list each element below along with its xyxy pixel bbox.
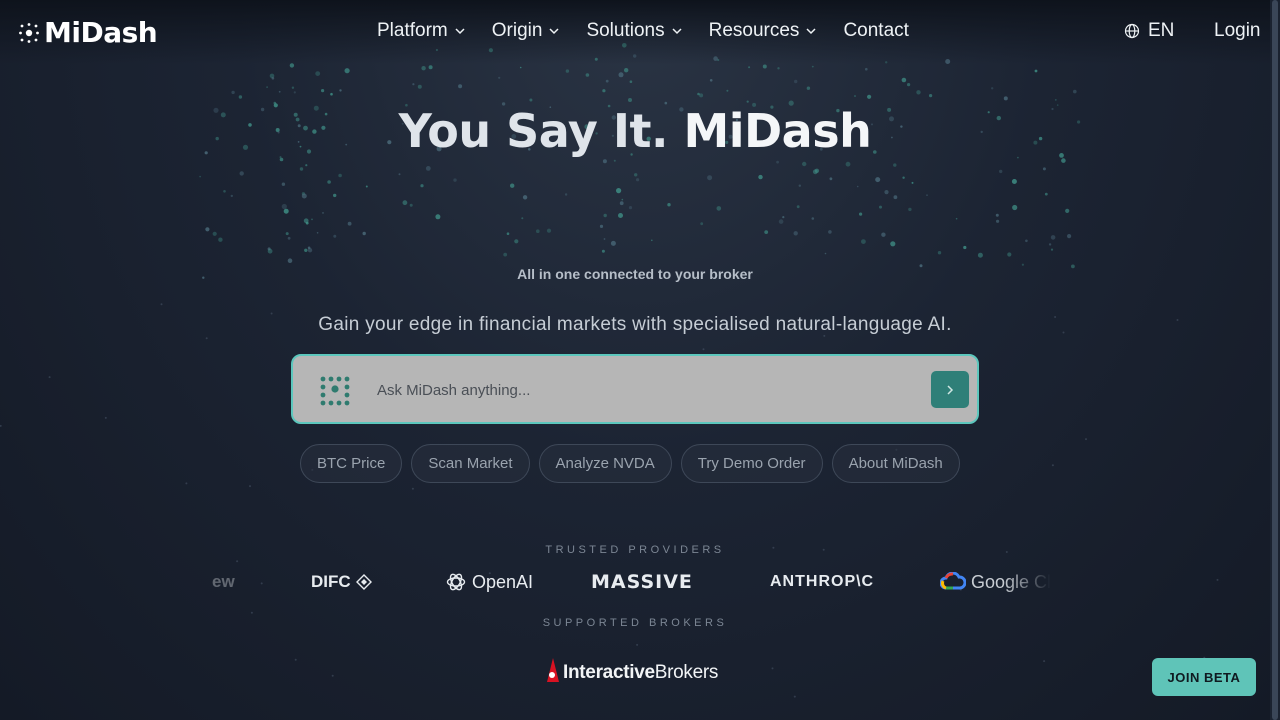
nav-solutions[interactable]: Solutions: [586, 20, 682, 42]
google-cloud-icon: [940, 572, 966, 590]
broker-interactive-brokers: InteractiveBrokers: [545, 658, 718, 684]
hero-subtitle: Gain your edge in financial markets with…: [318, 314, 952, 335]
ask-input[interactable]: [377, 378, 917, 402]
language-selector[interactable]: EN: [1124, 20, 1174, 42]
dots-grid-icon: [320, 376, 350, 406]
nav-platform[interactable]: Platform: [377, 20, 466, 42]
main-nav: Platform Origin Solutions Resources Cont…: [377, 20, 909, 42]
nav-label: Contact: [843, 20, 909, 41]
nav-contact[interactable]: Contact: [843, 20, 908, 42]
provider-name: ew: [212, 572, 235, 591]
nav-label: Origin: [491, 20, 543, 41]
top-navigation: MiDash Platform Origin Solutions Resourc…: [0, 0, 1270, 64]
provider-name: ANTHROP\C: [770, 573, 875, 590]
chevron-right-icon: [947, 384, 954, 395]
chevron-down-icon: [455, 28, 465, 35]
globe-icon: [1124, 23, 1140, 39]
scrollbar-thumb[interactable]: [1272, 0, 1278, 720]
hero-title-lead: You Say It.: [398, 104, 669, 158]
provider-name: MASSIVE: [591, 571, 693, 593]
provider-massive: MASSIVE: [591, 564, 693, 600]
hero-title: You Say It. MiDash: [0, 104, 1270, 158]
trusted-providers-label: TRUSTED PROVIDERS: [545, 544, 725, 556]
logo-mark-icon: [19, 22, 39, 43]
nav-label: Solutions: [586, 20, 665, 41]
provider-name: DIFC: [311, 572, 351, 591]
chip-about-midash[interactable]: About MiDash: [831, 444, 960, 483]
provider-anthropic: ANTHROP\C: [770, 564, 874, 600]
provider-logo: ew: [212, 564, 235, 600]
brand-name: MiDash: [44, 16, 158, 49]
broker-name-regular: Brokers: [654, 662, 719, 683]
logo[interactable]: MiDash: [18, 16, 158, 49]
chevron-down-icon: [672, 28, 682, 35]
login-link[interactable]: Login: [1214, 20, 1261, 42]
nav-label: Platform: [377, 20, 448, 41]
suggestion-chips: BTC Price Scan Market Analyze NVDA Try D…: [300, 444, 960, 483]
nav-label: Resources: [708, 20, 800, 41]
chevron-down-icon: [549, 28, 559, 35]
provider-google-cloud: Google Cl: [940, 564, 1051, 600]
chevron-down-icon: [806, 28, 816, 35]
hero-title-brand: MiDash: [683, 104, 872, 158]
nav-origin[interactable]: Origin: [492, 20, 561, 42]
providers-strip: ew DIFC OpenAI MASSIVE ANTHROP\C Google …: [190, 564, 1060, 600]
join-beta-button[interactable]: JOIN BETA: [1152, 658, 1256, 696]
tagline: All in one connected to your broker: [517, 266, 753, 282]
ask-box: [291, 354, 979, 424]
chip-analyze-nvda[interactable]: Analyze NVDA: [538, 444, 672, 483]
openai-icon: [446, 573, 466, 591]
submit-button[interactable]: [931, 371, 969, 408]
supported-brokers-label: SUPPORTED BROKERS: [542, 617, 728, 629]
provider-name: OpenAI: [472, 571, 534, 592]
chip-try-demo-order[interactable]: Try Demo Order: [680, 444, 823, 483]
nav-resources[interactable]: Resources: [709, 20, 818, 42]
scrollbar[interactable]: [1270, 0, 1280, 720]
broker-name: InteractiveBrokers: [563, 662, 718, 684]
difc-diamond-icon: [355, 574, 372, 590]
provider-name: Google Cl: [971, 571, 1052, 592]
chip-btc-price[interactable]: BTC Price: [300, 444, 403, 483]
interactive-brokers-icon: [547, 658, 559, 682]
language-label: EN: [1148, 20, 1175, 41]
broker-name-bold: Interactive: [563, 662, 655, 683]
provider-difc: DIFC: [311, 564, 372, 600]
chip-scan-market[interactable]: Scan Market: [411, 444, 530, 483]
provider-openai: OpenAI: [445, 564, 533, 600]
